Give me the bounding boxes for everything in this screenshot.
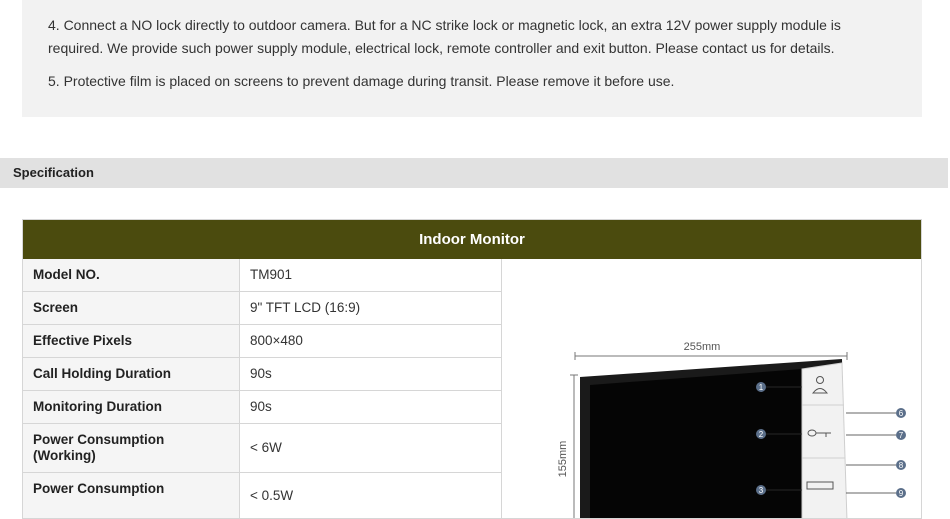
table-row: Monitoring Duration 90s bbox=[23, 391, 501, 424]
row-label: Power Consumption (Working) bbox=[33, 432, 165, 463]
svg-text:6: 6 bbox=[899, 409, 904, 418]
row-value: 90s bbox=[250, 399, 272, 414]
monitor-diagram: 255mm 155mm 1 2 3 6 7 8 9 bbox=[501, 259, 921, 518]
table-row: Power Consumption < 0.5W bbox=[23, 473, 501, 518]
callout-7: 7 bbox=[846, 430, 906, 440]
row-label: Screen bbox=[33, 300, 79, 315]
row-label: Monitoring Duration bbox=[33, 399, 162, 414]
spec-table: Indoor Monitor Model NO. TM901 Screen 9"… bbox=[22, 219, 922, 519]
svg-text:2: 2 bbox=[759, 430, 764, 439]
specification-title: Specification bbox=[13, 165, 94, 180]
table-row: Call Holding Duration 90s bbox=[23, 358, 501, 391]
row-label: Call Holding Duration bbox=[33, 366, 171, 381]
height-label: 155mm bbox=[557, 441, 569, 478]
row-value: < 6W bbox=[250, 440, 282, 455]
table-row: Effective Pixels 800×480 bbox=[23, 325, 501, 358]
note-5: 5. Protective film is placed on screens … bbox=[48, 73, 675, 89]
table-row: Screen 9" TFT LCD (16:9) bbox=[23, 292, 501, 325]
row-value: TM901 bbox=[250, 267, 293, 282]
callout-8: 8 bbox=[846, 460, 906, 470]
row-label: Model NO. bbox=[33, 267, 100, 282]
row-value: 800×480 bbox=[250, 333, 303, 348]
specification-header: Specification bbox=[0, 158, 948, 188]
svg-text:8: 8 bbox=[899, 461, 904, 470]
table-row: Power Consumption (Working) < 6W bbox=[23, 424, 501, 473]
svg-text:9: 9 bbox=[899, 489, 904, 498]
width-label: 255mm bbox=[684, 341, 721, 353]
monitor-diagram-svg: 255mm 155mm 1 2 3 6 7 8 9 bbox=[557, 341, 906, 518]
note-4-line-2: required. We provide such power supply m… bbox=[48, 40, 835, 56]
table-header: Indoor Monitor bbox=[23, 220, 921, 259]
monitor-screen bbox=[590, 369, 802, 518]
svg-text:7: 7 bbox=[899, 431, 904, 440]
note-4-line-1: 4. Connect a NO lock directly to outdoor… bbox=[48, 17, 841, 33]
svg-text:3: 3 bbox=[759, 486, 764, 495]
notes-panel: 4. Connect a NO lock directly to outdoor… bbox=[22, 0, 922, 117]
callout-6: 6 bbox=[846, 408, 906, 418]
row-label: Power Consumption bbox=[33, 481, 165, 496]
row-value: 9" TFT LCD (16:9) bbox=[250, 300, 361, 315]
row-label: Effective Pixels bbox=[33, 333, 133, 348]
table-row: Model NO. TM901 bbox=[23, 259, 501, 292]
svg-text:1: 1 bbox=[759, 383, 764, 392]
row-value: 90s bbox=[250, 366, 272, 381]
callout-9: 9 bbox=[846, 488, 906, 498]
